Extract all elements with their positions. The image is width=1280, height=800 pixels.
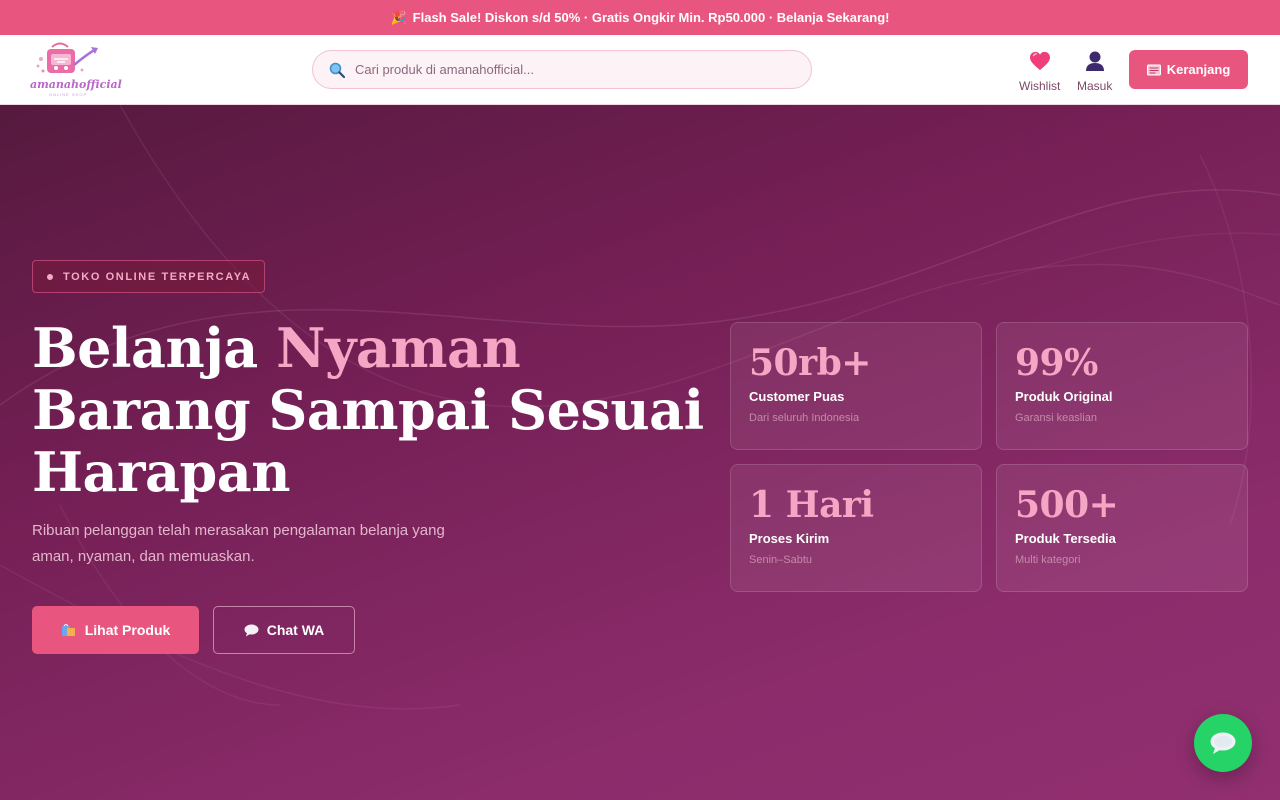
stat-card: 99% Produk Original Garansi keaslian xyxy=(996,322,1248,450)
badge-dot-icon xyxy=(47,273,53,280)
login-label: Masuk xyxy=(1077,79,1113,93)
stat-number: 99% xyxy=(1015,342,1098,384)
chat-wa-label: Chat WA xyxy=(266,622,325,638)
stat-number: 500+ xyxy=(1015,484,1119,526)
view-products-label: Lihat Produk xyxy=(84,622,171,638)
stat-card: 500+ Produk Tersedia Multi kategori xyxy=(996,464,1248,592)
headline-line3: Harapan xyxy=(32,440,290,504)
stat-desc: Garansi keaslian xyxy=(1015,412,1097,424)
stat-number: 1 Hari xyxy=(749,484,874,526)
stat-label: Produk Original xyxy=(1015,389,1113,404)
stat-desc: Dari seluruh Indonesia xyxy=(749,412,860,424)
hero-subtext: Ribuan pelanggan telah merasakan pengala… xyxy=(32,522,445,565)
logo-subtext: ONLINE SHOP xyxy=(48,92,88,97)
hero-headline: Belanja Nyaman Barang Sampai Sesuai Hara… xyxy=(32,317,712,503)
login-link[interactable]: Masuk xyxy=(1077,48,1112,93)
cart-label: Keranjang xyxy=(1166,62,1231,77)
heart-icon xyxy=(1029,48,1051,74)
wishlist-label: Wishlist xyxy=(1019,79,1061,93)
view-products-button[interactable]: Lihat Produk xyxy=(32,606,199,654)
search-bar[interactable] xyxy=(312,50,812,89)
cart-button[interactable]: Keranjang xyxy=(1129,50,1248,89)
user-icon xyxy=(1085,48,1105,74)
hero-section: TOKO ONLINE TERPERCAYA Belanja Nyaman Ba… xyxy=(0,105,1280,800)
headline-part1: Belanja xyxy=(32,316,277,380)
stat-label: Produk Tersedia xyxy=(1015,531,1116,546)
search-icon xyxy=(329,62,345,78)
headline-accent: Nyaman xyxy=(276,316,521,380)
stat-desc: Multi kategori xyxy=(1015,554,1081,566)
cart-icon xyxy=(1146,64,1161,75)
headline-line2: Barang Sampai Sesuai xyxy=(32,378,704,442)
chat-wa-button[interactable]: Chat WA xyxy=(213,606,355,654)
promo-bar[interactable]: 🎉 Flash Sale! Diskon s/d 50% · Gratis On… xyxy=(0,0,1280,35)
badge-text: TOKO ONLINE TERPERCAYA xyxy=(63,270,252,283)
whatsapp-float-button[interactable] xyxy=(1194,714,1252,772)
stat-card: 50rb+ Customer Puas Dari seluruh Indones… xyxy=(730,322,982,450)
whatsapp-chat-icon xyxy=(1210,732,1236,754)
hero-badge: TOKO ONLINE TERPERCAYA xyxy=(32,260,265,293)
shopping-bags-icon xyxy=(61,624,75,636)
search-input[interactable] xyxy=(355,62,775,77)
site-header: amanahofficial ONLINE SHOP Wishlist Masu… xyxy=(0,35,1280,105)
stat-label: Proses Kirim xyxy=(749,531,830,546)
promo-text: Flash Sale! Diskon s/d 50% · Gratis Ongk… xyxy=(412,10,890,25)
logo-text: amanahofficial xyxy=(30,78,122,91)
stat-label: Customer Puas xyxy=(749,389,845,404)
chat-bubble-icon xyxy=(244,624,259,636)
sparkle-icon: 🎉 xyxy=(390,9,407,25)
wishlist-link[interactable]: Wishlist xyxy=(1019,48,1060,93)
stat-desc: Senin–Sabtu xyxy=(749,554,812,566)
stat-card: 1 Hari Proses Kirim Senin–Sabtu xyxy=(730,464,982,592)
stat-number: 50rb+ xyxy=(749,342,871,384)
